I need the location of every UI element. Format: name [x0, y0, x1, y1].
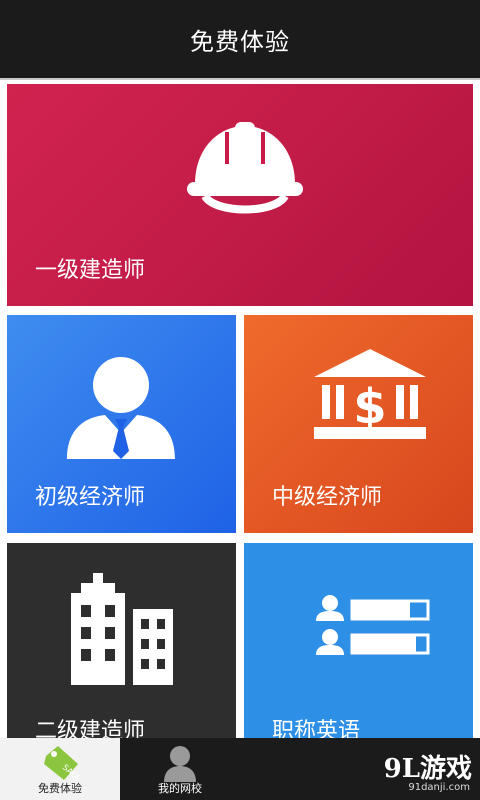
app-header: 免费体验	[0, 0, 480, 78]
buildings-icon	[71, 573, 173, 685]
user-avatar-icon	[164, 746, 196, 782]
tile-label: 一级建造师	[35, 258, 146, 283]
svg-text:$: $	[353, 379, 386, 435]
business-person-icon	[67, 357, 175, 459]
bank-dollar-icon: $	[314, 349, 426, 439]
nav-label: 我的网校	[158, 782, 202, 795]
tile-label: 职称英语	[272, 719, 361, 738]
tile-label: 中级经济师	[272, 485, 383, 510]
sale-tag-icon: SALE	[44, 746, 80, 782]
tile-label: 初级经济师	[35, 485, 146, 510]
nav-label: 免费体验	[38, 782, 82, 795]
tile-level1-builder[interactable]: 一级建造师	[7, 84, 473, 306]
watermark-text: 9L游戏	[383, 753, 472, 784]
nav-free-trial[interactable]: SALE 免费体验	[0, 738, 120, 800]
user-progress-list-icon	[316, 595, 430, 655]
tile-professional-english[interactable]: 职称英语	[244, 543, 473, 738]
hardhat-icon	[187, 122, 303, 214]
tile-label: 二级建造师	[35, 719, 146, 738]
tile-intermediate-economist[interactable]: $ 中级经济师	[244, 315, 473, 533]
page-title: 免费体验	[190, 27, 290, 56]
tile-level2-builder[interactable]: 二级建造师	[7, 543, 236, 738]
tile-junior-economist[interactable]: 初级经济师	[7, 315, 236, 533]
watermark-url: 91danji.com	[408, 782, 470, 793]
nav-my-school[interactable]: 我的网校	[120, 738, 240, 800]
